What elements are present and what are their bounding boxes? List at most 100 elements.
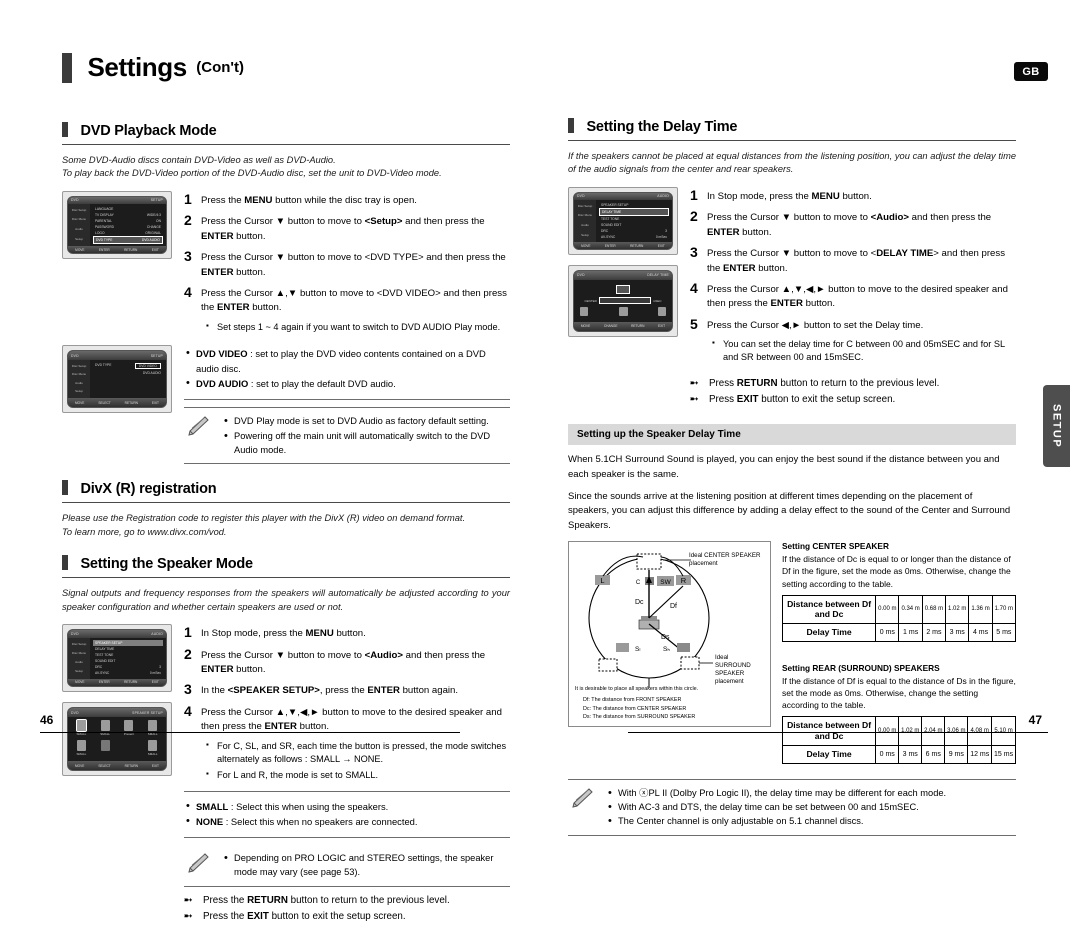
arrow-note: ➸ Press EXIT button to exit the setup sc…: [690, 392, 1016, 408]
center-speaker-table-desc: If the distance of Dc is equal to or lon…: [782, 554, 1011, 589]
pencil-icon: [186, 853, 212, 875]
left-page-column: DVD Playback Mode Some DVD-Audio discs c…: [62, 122, 510, 925]
section-heading-speaker-mode: Setting the Speaker Mode: [62, 555, 510, 579]
heading-accent-bar: [568, 118, 574, 133]
substep-item: Set steps 1 ~ 4 again if you want to swi…: [206, 320, 510, 334]
step-item: 2 Press the Cursor ▼ button to move to <…: [690, 208, 992, 238]
setup-side-tab: SETUP: [1043, 385, 1070, 467]
svg-text:Ds: Ds: [661, 634, 670, 641]
svg-text:C: C: [636, 580, 641, 586]
step-item: 3 Press the Cursor ▼ button to move to <…: [184, 248, 506, 278]
dvd-playback-intro: Some DVD-Audio discs contain DVD-Video a…: [62, 155, 442, 179]
osd-hint-bar: MOVE ENTER RETURN EXIT: [68, 246, 166, 253]
osd-menu-list: SPEAKER SETUP DELAY TIME TEST TONE SOUND…: [599, 202, 669, 240]
osd-hint-bar: MOVE SELECT RETURN EXIT: [68, 398, 166, 408]
step-item: 3 Press the Cursor ▼ button to move to <…: [690, 244, 1005, 274]
rear-speaker-delay-table: Distance between Df and Dc 0.00 m 1.02 m…: [781, 716, 1016, 764]
section-heading-dvd-playback: DVD Playback Mode: [62, 122, 510, 145]
dvd-playback-substep-list: Set steps 1 ~ 4 again if you want to swi…: [206, 320, 510, 334]
svg-text:Df: Df: [670, 603, 677, 610]
note-box-dvd-playback: DVD Play mode is set to DVD Audio as fac…: [184, 407, 510, 465]
region-badge: GB: [1014, 62, 1048, 81]
note-item: With AC-3 and DTS, the delay time can be…: [606, 799, 1016, 817]
svg-text:L: L: [600, 576, 604, 585]
osd-hint-bar: MOVE ENTER RETURN EXIT: [574, 242, 672, 249]
section-heading-divx: DivX (R) registration: [62, 480, 510, 504]
arrow-note: ➸ Press the EXIT button to exit the setu…: [184, 909, 510, 925]
row-header: Delay Time: [781, 744, 877, 764]
page-title: Settings: [87, 52, 187, 82]
center-speaker-delay-table: Distance between Df and Dc 0.00 m 0.34 m…: [781, 594, 1017, 642]
svg-text:Sₕ: Sₕ: [663, 646, 670, 653]
osd-screenshot-speaker-setup: DVD SPEAKER SETUP SMALL SMALL Present SM…: [62, 702, 172, 777]
note-item: With ⓧPL II (Dolby Pro Logic II), the de…: [606, 784, 1016, 802]
page-number-left: 46: [40, 713, 54, 727]
figure-legend: Df: The distance from FRONT SPEAKER Dc: …: [583, 696, 695, 721]
substep-item: For L and R, the mode is set to SMALL.: [206, 768, 510, 782]
rear-speaker-table-desc: If the distance of Df is equal to the di…: [782, 675, 1016, 711]
right-page-column: Setting the Delay Time If the speakers c…: [568, 118, 1017, 836]
delay-time-substep-list: You can set the delay time for C between…: [712, 337, 1016, 365]
svg-text:Sₗ: Sₗ: [635, 646, 640, 653]
row-header: Distance between Df and Dc: [781, 594, 877, 625]
divider: [184, 790, 510, 792]
svg-text:Dc: Dc: [635, 599, 644, 606]
osd-menu-list: LANGUAGE TV DISPLAY WIDE/4:3 PARENTAL ON P…: [90, 204, 166, 247]
bullet-item: DVD AUDIO : set to play the default DVD …: [184, 375, 510, 393]
step-item: 4 Press the Cursor ▲,▼ button to move to…: [184, 283, 507, 314]
pencil-icon: [570, 787, 596, 810]
osd-screenshot-audio-menu: DVD AUDIO Disc Setup Disc Menu Audio Set…: [62, 624, 172, 693]
heading-rule: [62, 577, 510, 579]
osd-screenshot-group-dvdtype: DVD SETUP Disc Setup Disc Menu Audio Set…: [62, 345, 172, 414]
step-item: 4 Press the Cursor ▲,▼,◀,► button to mov…: [690, 279, 1008, 310]
osd-delay-panel: CENTER mSEC: [574, 280, 672, 322]
osd-title-left: DVD: [71, 198, 79, 203]
footer-rule-right: [628, 732, 1048, 733]
table-row: Delay Time 0 ms 3 ms 6 ms 9 ms 12 ms 15 …: [781, 744, 1016, 764]
osd-title-right: SETUP: [150, 198, 163, 203]
page-number-right: 47: [1028, 713, 1042, 727]
bullet-item: NONE : Select this when no speakers are …: [184, 813, 510, 831]
note-item: DVD Play mode is set to DVD Audio as fac…: [222, 413, 510, 431]
heading-rule: [62, 144, 510, 145]
page-header: Settings (Con't): [62, 52, 244, 83]
note-item: Powering off the main unit will automati…: [222, 428, 510, 458]
subsection-banner-speaker-delay: Setting up the Speaker Delay Time: [568, 424, 1016, 446]
svg-text:SW: SW: [660, 579, 671, 586]
divider: [184, 836, 510, 838]
osd-center-chip: [616, 285, 630, 295]
substep-item: You can set the delay time for C between…: [712, 337, 1016, 365]
dvd-playback-steps: 1 Press the MENU button while the disc t…: [184, 191, 510, 337]
svg-text:R: R: [681, 576, 687, 585]
step-item: 2 Press the Cursor ▼ button to move to <…: [184, 212, 485, 242]
ideal-surround-speaker-label: Ideal SURROUND SPEAKER placement: [715, 654, 751, 685]
ideal-center-speaker-label: Ideal CENTER SPEAKER placement: [689, 552, 761, 567]
heading-accent-bar: [62, 480, 68, 496]
heading-text: DVD Playback Mode: [80, 123, 217, 139]
speaker-placement-figure: L R SW C Dc Df Ds Sₗ Sₕ Ideal CENTER SPE…: [568, 541, 771, 728]
step-item: 1 Press the MENU button while the disc t…: [184, 190, 417, 207]
substep-item: For C, SL, and SR, each time the button …: [206, 739, 510, 767]
heading-rule: [62, 502, 510, 504]
osd-screenshot-group-delay: DVD AUDIO Disc Setup Disc Menu Audio Set…: [568, 186, 678, 337]
osd-menu-list: DVD TYPE DVD VIDEO DVD AUDIO: [95, 363, 161, 376]
divider: [184, 399, 510, 401]
heading-text: Setting the Speaker Mode: [80, 556, 253, 573]
osd-hint-bar: MOVE CHANGE RETURN EXIT: [574, 321, 672, 331]
pencil-icon: [186, 416, 212, 438]
osd-screenshot-group-dvd: DVD SETUP Disc Setup Disc Menu Audio Set…: [62, 190, 172, 259]
osd-screenshot-audio-menu-delay: DVD AUDIO Disc Setup Disc Menu Audio Set…: [568, 186, 678, 255]
arrow-icon: ➸: [184, 910, 193, 922]
heading-rule: [568, 140, 1016, 141]
legend-item: Df: The distance from FRONT SPEAKER: [583, 697, 682, 704]
step-item: 3 In the <SPEAKER SETUP>, press the ENTE…: [184, 681, 459, 698]
step-item: 4 Press the Cursor ▲,▼,◀,► button to mov…: [184, 702, 502, 733]
speaker-mode-intro: Signal outputs and frequency responses f…: [62, 588, 510, 612]
note-item: Depending on PRO LOGIC and STEREO settin…: [222, 850, 510, 880]
setup-side-tab-label: SETUP: [1050, 403, 1063, 449]
center-speaker-table-title: Setting CENTER SPEAKER: [782, 541, 889, 552]
figure-caption: It is desirable to place all speakers wi…: [575, 686, 699, 693]
arrow-icon: ➸: [184, 894, 193, 906]
heading-text: Setting the Delay Time: [586, 119, 738, 135]
delay-time-steps: 1 In Stop mode, press the MENU button. 2…: [690, 187, 1016, 408]
